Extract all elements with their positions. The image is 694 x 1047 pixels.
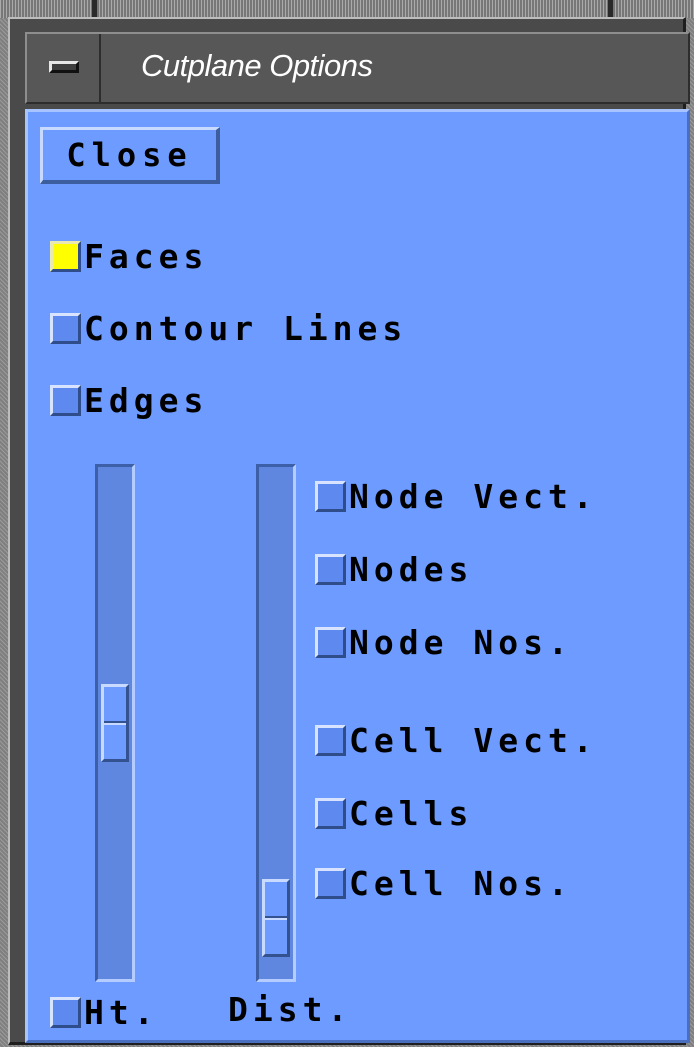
contour-lines-label: Contour Lines xyxy=(84,309,408,348)
nodes-checkbox[interactable]: Nodes xyxy=(315,550,473,589)
checkbox-indicator[interactable] xyxy=(315,554,346,585)
cell-nos-label: Cell Nos. xyxy=(349,864,573,903)
edges-checkbox[interactable]: Edges xyxy=(50,381,208,420)
options-panel: Close Faces Contour Lines Edges Node Vec… xyxy=(25,109,690,1043)
checkbox-indicator[interactable] xyxy=(50,997,81,1028)
checkbox-indicator[interactable] xyxy=(315,868,346,899)
thumb-grip xyxy=(104,721,126,725)
parent-window-divider xyxy=(608,0,613,18)
title-bar[interactable]: Cutplane Options xyxy=(25,32,690,104)
cells-label: Cells xyxy=(349,794,474,833)
faces-checkbox[interactable]: Faces xyxy=(50,237,208,276)
nodes-label: Nodes xyxy=(349,550,474,589)
window-title: Cutplane Options xyxy=(141,48,373,83)
window-menu-button[interactable] xyxy=(27,34,101,102)
node-nos-label: Node Nos. xyxy=(349,623,573,662)
cutplane-options-window: Cutplane Options Close Faces Contour Lin… xyxy=(8,17,690,1045)
checkbox-indicator[interactable] xyxy=(315,481,346,512)
close-button[interactable]: Close xyxy=(40,127,220,184)
edges-label: Edges xyxy=(84,381,209,420)
distance-slider-thumb[interactable] xyxy=(262,879,290,957)
distance-label: Dist. xyxy=(228,990,353,1029)
window-menu-icon xyxy=(49,61,79,73)
faces-label: Faces xyxy=(84,237,209,276)
checkbox-indicator[interactable] xyxy=(50,385,81,416)
height-checkbox[interactable]: Ht. xyxy=(50,993,159,1032)
height-slider[interactable] xyxy=(95,464,135,982)
desktop-background: Cutplane Options Close Faces Contour Lin… xyxy=(0,0,694,1047)
checkbox-indicator[interactable] xyxy=(50,313,81,344)
checkbox-indicator[interactable] xyxy=(315,725,346,756)
contour-lines-checkbox[interactable]: Contour Lines xyxy=(50,309,407,348)
thumb-grip xyxy=(265,916,287,920)
parent-window-divider xyxy=(92,0,97,18)
cell-vect-checkbox[interactable]: Cell Vect. xyxy=(315,721,598,760)
node-vect-label: Node Vect. xyxy=(349,477,598,516)
distance-slider[interactable] xyxy=(256,464,296,982)
cells-checkbox[interactable]: Cells xyxy=(315,794,473,833)
checkbox-indicator[interactable] xyxy=(315,798,346,829)
cell-vect-label: Cell Vect. xyxy=(349,721,598,760)
height-label: Ht. xyxy=(84,993,159,1032)
parent-window-edge xyxy=(0,0,694,18)
node-nos-checkbox[interactable]: Node Nos. xyxy=(315,623,573,662)
checkbox-indicator[interactable] xyxy=(50,241,81,272)
checkbox-indicator[interactable] xyxy=(315,627,346,658)
node-vect-checkbox[interactable]: Node Vect. xyxy=(315,477,598,516)
height-slider-thumb[interactable] xyxy=(101,684,129,762)
cell-nos-checkbox[interactable]: Cell Nos. xyxy=(315,864,573,903)
